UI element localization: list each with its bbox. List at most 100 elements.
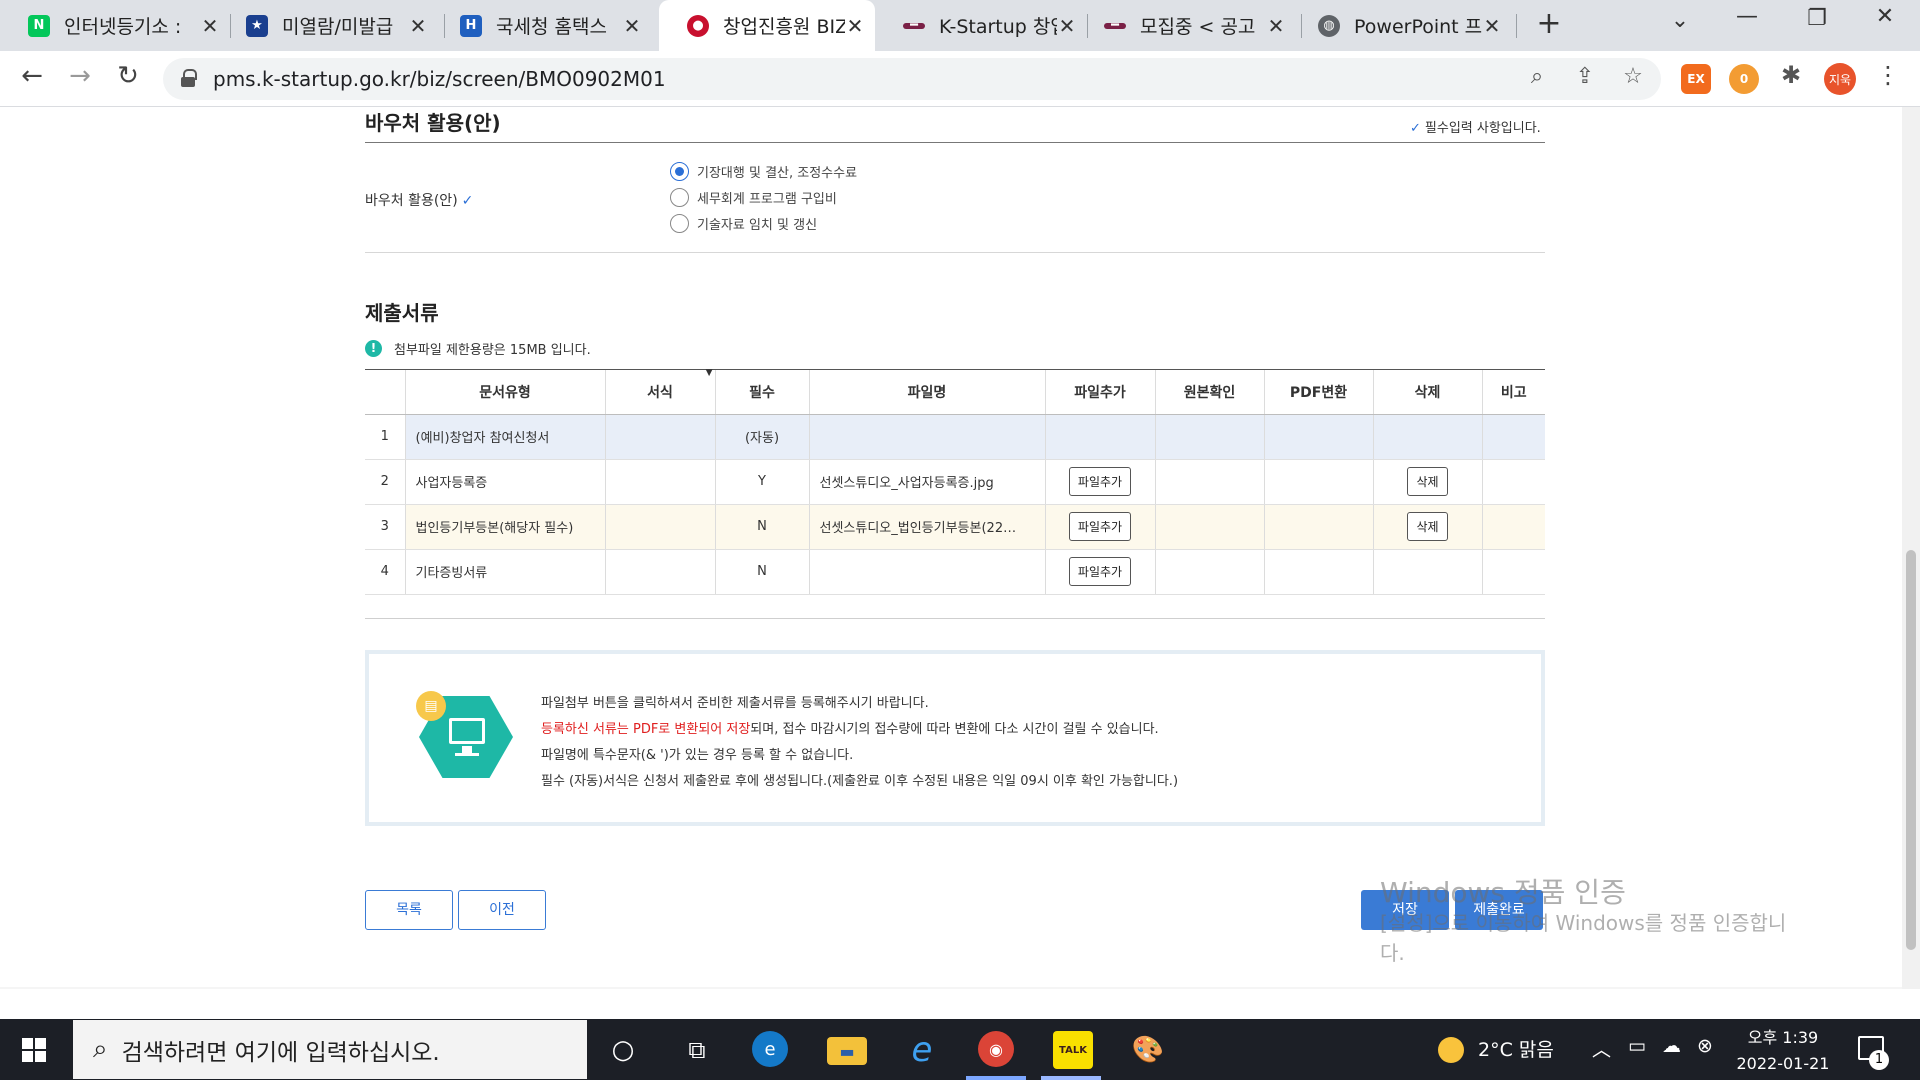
tab-close-icon[interactable]: ✕ <box>622 14 642 38</box>
radio-unselected-icon[interactable] <box>670 188 689 207</box>
lock-icon[interactable] <box>181 69 197 87</box>
voucher-bottom-divider <box>365 252 1545 253</box>
radio-unselected-icon[interactable] <box>670 214 689 233</box>
tab-close-icon[interactable]: ✕ <box>200 14 220 38</box>
tab-recruiting[interactable]: ━ 모집중 < 공고 ✕ <box>1076 0 1296 51</box>
address-bar[interactable]: pms.k-startup.go.kr/biz/screen/BMO0902M0… <box>163 58 1661 100</box>
row-original-check <box>1154 414 1264 460</box>
voucher-option-1[interactable]: 기장대행 및 결산, 조정수수료 <box>670 162 857 181</box>
prev-button[interactable]: 이전 <box>458 890 546 930</box>
tab-internet-registry[interactable]: N 인터넷등기소 : ✕ <box>0 0 230 51</box>
col-header-filename: 파일명 <box>808 370 1045 415</box>
back-arrow-icon[interactable]: ← <box>14 61 50 91</box>
tab-powerpoint[interactable]: ◍ PowerPoint 프 ✕ <box>1290 0 1512 51</box>
voucher-field-label-text: 바우처 활용(안) <box>365 193 458 209</box>
tab-title: 미열람/미발급 <box>282 16 394 38</box>
tab-close-icon[interactable]: ✕ <box>1266 14 1286 38</box>
row-filename[interactable]: 선셋스튜디오_사업자등록증.jpg <box>808 459 1045 505</box>
submit-button[interactable]: 제출완료 <box>1455 890 1543 930</box>
tray-chevron-icon[interactable]: ︿ <box>1592 1035 1611 1062</box>
add-file-button[interactable]: 파일추가 <box>1068 467 1132 496</box>
sunny-weather-icon[interactable] <box>1438 1037 1464 1063</box>
clock-time: 오후 1:39 <box>1747 1028 1819 1047</box>
add-file-button[interactable]: 파일추가 <box>1068 512 1132 541</box>
required-note-text: 필수입력 사항입니다. <box>1424 121 1541 136</box>
close-window-button[interactable]: ✕ <box>1865 4 1905 29</box>
taskbar-search-placeholder[interactable]: 검색하려면 여기에 입력하십시오. <box>122 1033 440 1067</box>
row-form <box>604 504 715 550</box>
radio-selected-icon[interactable] <box>670 162 689 181</box>
tab-close-icon[interactable]: ✕ <box>1482 14 1502 38</box>
required-check-icon: ✓ <box>461 193 474 209</box>
col-header-form-text: 서식 <box>647 384 673 401</box>
row-filename[interactable]: 선셋스튜디오_법인등기부등본(22… <box>808 504 1045 550</box>
guide-line-4: 필수 (자동)서식은 신청서 제출완료 후에 생성됩니다.(제출완료 이후 수정… <box>541 774 1179 789</box>
delete-file-button[interactable]: 삭제 <box>1407 467 1448 496</box>
task-view-icon[interactable]: ⧉ <box>677 1031 717 1069</box>
voucher-option-2[interactable]: 세무회계 프로그램 구입비 <box>670 188 837 207</box>
tab-kised-biz[interactable]: ● 창업진흥원 BIZ ✕ <box>659 0 875 51</box>
network-disconnected-icon[interactable]: ⊗ <box>1697 1035 1713 1057</box>
scrollbar-thumb[interactable] <box>1906 550 1916 950</box>
sort-caret-icon[interactable]: ▼ <box>706 368 713 378</box>
file-explorer-icon[interactable]: ▬ <box>827 1037 867 1065</box>
col-header-form[interactable]: 서식 ▼ <box>604 368 715 415</box>
chrome-active-indicator <box>966 1076 1026 1080</box>
share-icon[interactable]: ⇪ <box>1569 64 1601 89</box>
edge-browser-icon[interactable]: e <box>752 1031 788 1067</box>
taskbar-clock[interactable]: 오후 1:39 2022-01-21 <box>1733 1025 1833 1077</box>
browser-toolbar: ← → ↻ pms.k-startup.go.kr/biz/screen/BMO… <box>0 51 1920 107</box>
tab-search-chevron-icon[interactable]: ⌄ <box>1660 8 1700 33</box>
row-original-check <box>1154 459 1264 505</box>
tab-title: 모집중 < 공고 <box>1140 16 1256 38</box>
tab-hometax[interactable]: H 국세청 홈택스 ✕ <box>432 0 652 51</box>
row-add-file: 파일추가 <box>1044 459 1155 505</box>
docs-section-title: 제출서류 <box>365 301 439 325</box>
tab-close-icon[interactable]: ✕ <box>845 14 865 38</box>
url-text[interactable]: pms.k-startup.go.kr/biz/screen/BMO0902M0… <box>213 67 666 91</box>
tab-unread[interactable]: ★ 미열람/미발급 ✕ <box>218 0 438 51</box>
row-required: (자동) <box>714 414 809 460</box>
windows-start-icon[interactable] <box>22 1038 46 1062</box>
vertical-scrollbar[interactable] <box>1902 107 1920 989</box>
minimize-button[interactable]: — <box>1727 4 1767 29</box>
hometax-favicon-icon: H <box>460 14 482 37</box>
save-button[interactable]: 저장 <box>1361 890 1449 930</box>
onedrive-cloud-icon[interactable]: ☁ <box>1662 1035 1681 1057</box>
profile-avatar[interactable]: 지욱 <box>1824 63 1856 95</box>
tab-separator <box>1516 14 1517 38</box>
kakaotalk-icon[interactable]: TALK <box>1053 1031 1093 1069</box>
zoom-icon[interactable]: ⌕ <box>1521 64 1553 89</box>
search-icon: ⌕ <box>93 1034 108 1064</box>
tab-kstartup[interactable]: ━ K-Startup 창업 ✕ <box>875 0 1087 51</box>
cortana-circle-icon[interactable]: ○ <box>603 1031 643 1069</box>
extension-badge-icon[interactable]: 0 <box>1729 64 1759 94</box>
list-button[interactable]: 목록 <box>365 890 453 930</box>
meet-now-icon[interactable]: ▭ <box>1628 1035 1646 1057</box>
forward-arrow-icon[interactable]: → <box>62 61 98 91</box>
tab-close-icon[interactable]: ✕ <box>408 14 428 38</box>
paint-palette-icon[interactable]: 🎨 <box>1128 1031 1168 1069</box>
ex-extension-icon[interactable]: EX <box>1681 64 1711 94</box>
chrome-icon[interactable]: ◉ <box>978 1031 1014 1067</box>
delete-file-button[interactable]: 삭제 <box>1407 512 1448 541</box>
puzzle-extensions-icon[interactable]: ✱ <box>1775 61 1807 89</box>
add-file-button[interactable]: 파일추가 <box>1068 557 1132 586</box>
reload-icon[interactable]: ↻ <box>110 61 146 91</box>
row-no: 3 <box>365 504 405 550</box>
bookmark-star-icon[interactable]: ☆ <box>1617 64 1649 89</box>
watermark-line-2: 다. <box>1380 941 1405 965</box>
restore-button[interactable]: ❐ <box>1797 6 1837 31</box>
more-menu-icon[interactable]: ⋮ <box>1876 61 1900 89</box>
taskbar-search-box[interactable]: ⌕ 검색하려면 여기에 입력하십시오. <box>73 1020 587 1079</box>
new-tab-button[interactable]: + <box>1532 8 1566 42</box>
table-row: 3 법인등기부등본(해당자 필수) N 선셋스튜디오_법인등기부등본(22… 파… <box>365 504 1545 550</box>
col-header-doc-type: 문서유형 <box>404 370 605 415</box>
table-row: 4 기타증빙서류 N 파일추가 <box>365 549 1545 595</box>
table-row: 2 사업자등록증 Y 선셋스튜디오_사업자등록증.jpg 파일추가 삭제 <box>365 459 1545 505</box>
voucher-option-3[interactable]: 기술자료 임치 및 갱신 <box>670 214 817 233</box>
internet-explorer-icon[interactable]: e <box>902 1030 942 1070</box>
weather-text[interactable]: 2°C 맑음 <box>1478 1035 1554 1062</box>
tab-close-icon[interactable]: ✕ <box>1057 14 1077 38</box>
row-remarks <box>1481 414 1545 460</box>
